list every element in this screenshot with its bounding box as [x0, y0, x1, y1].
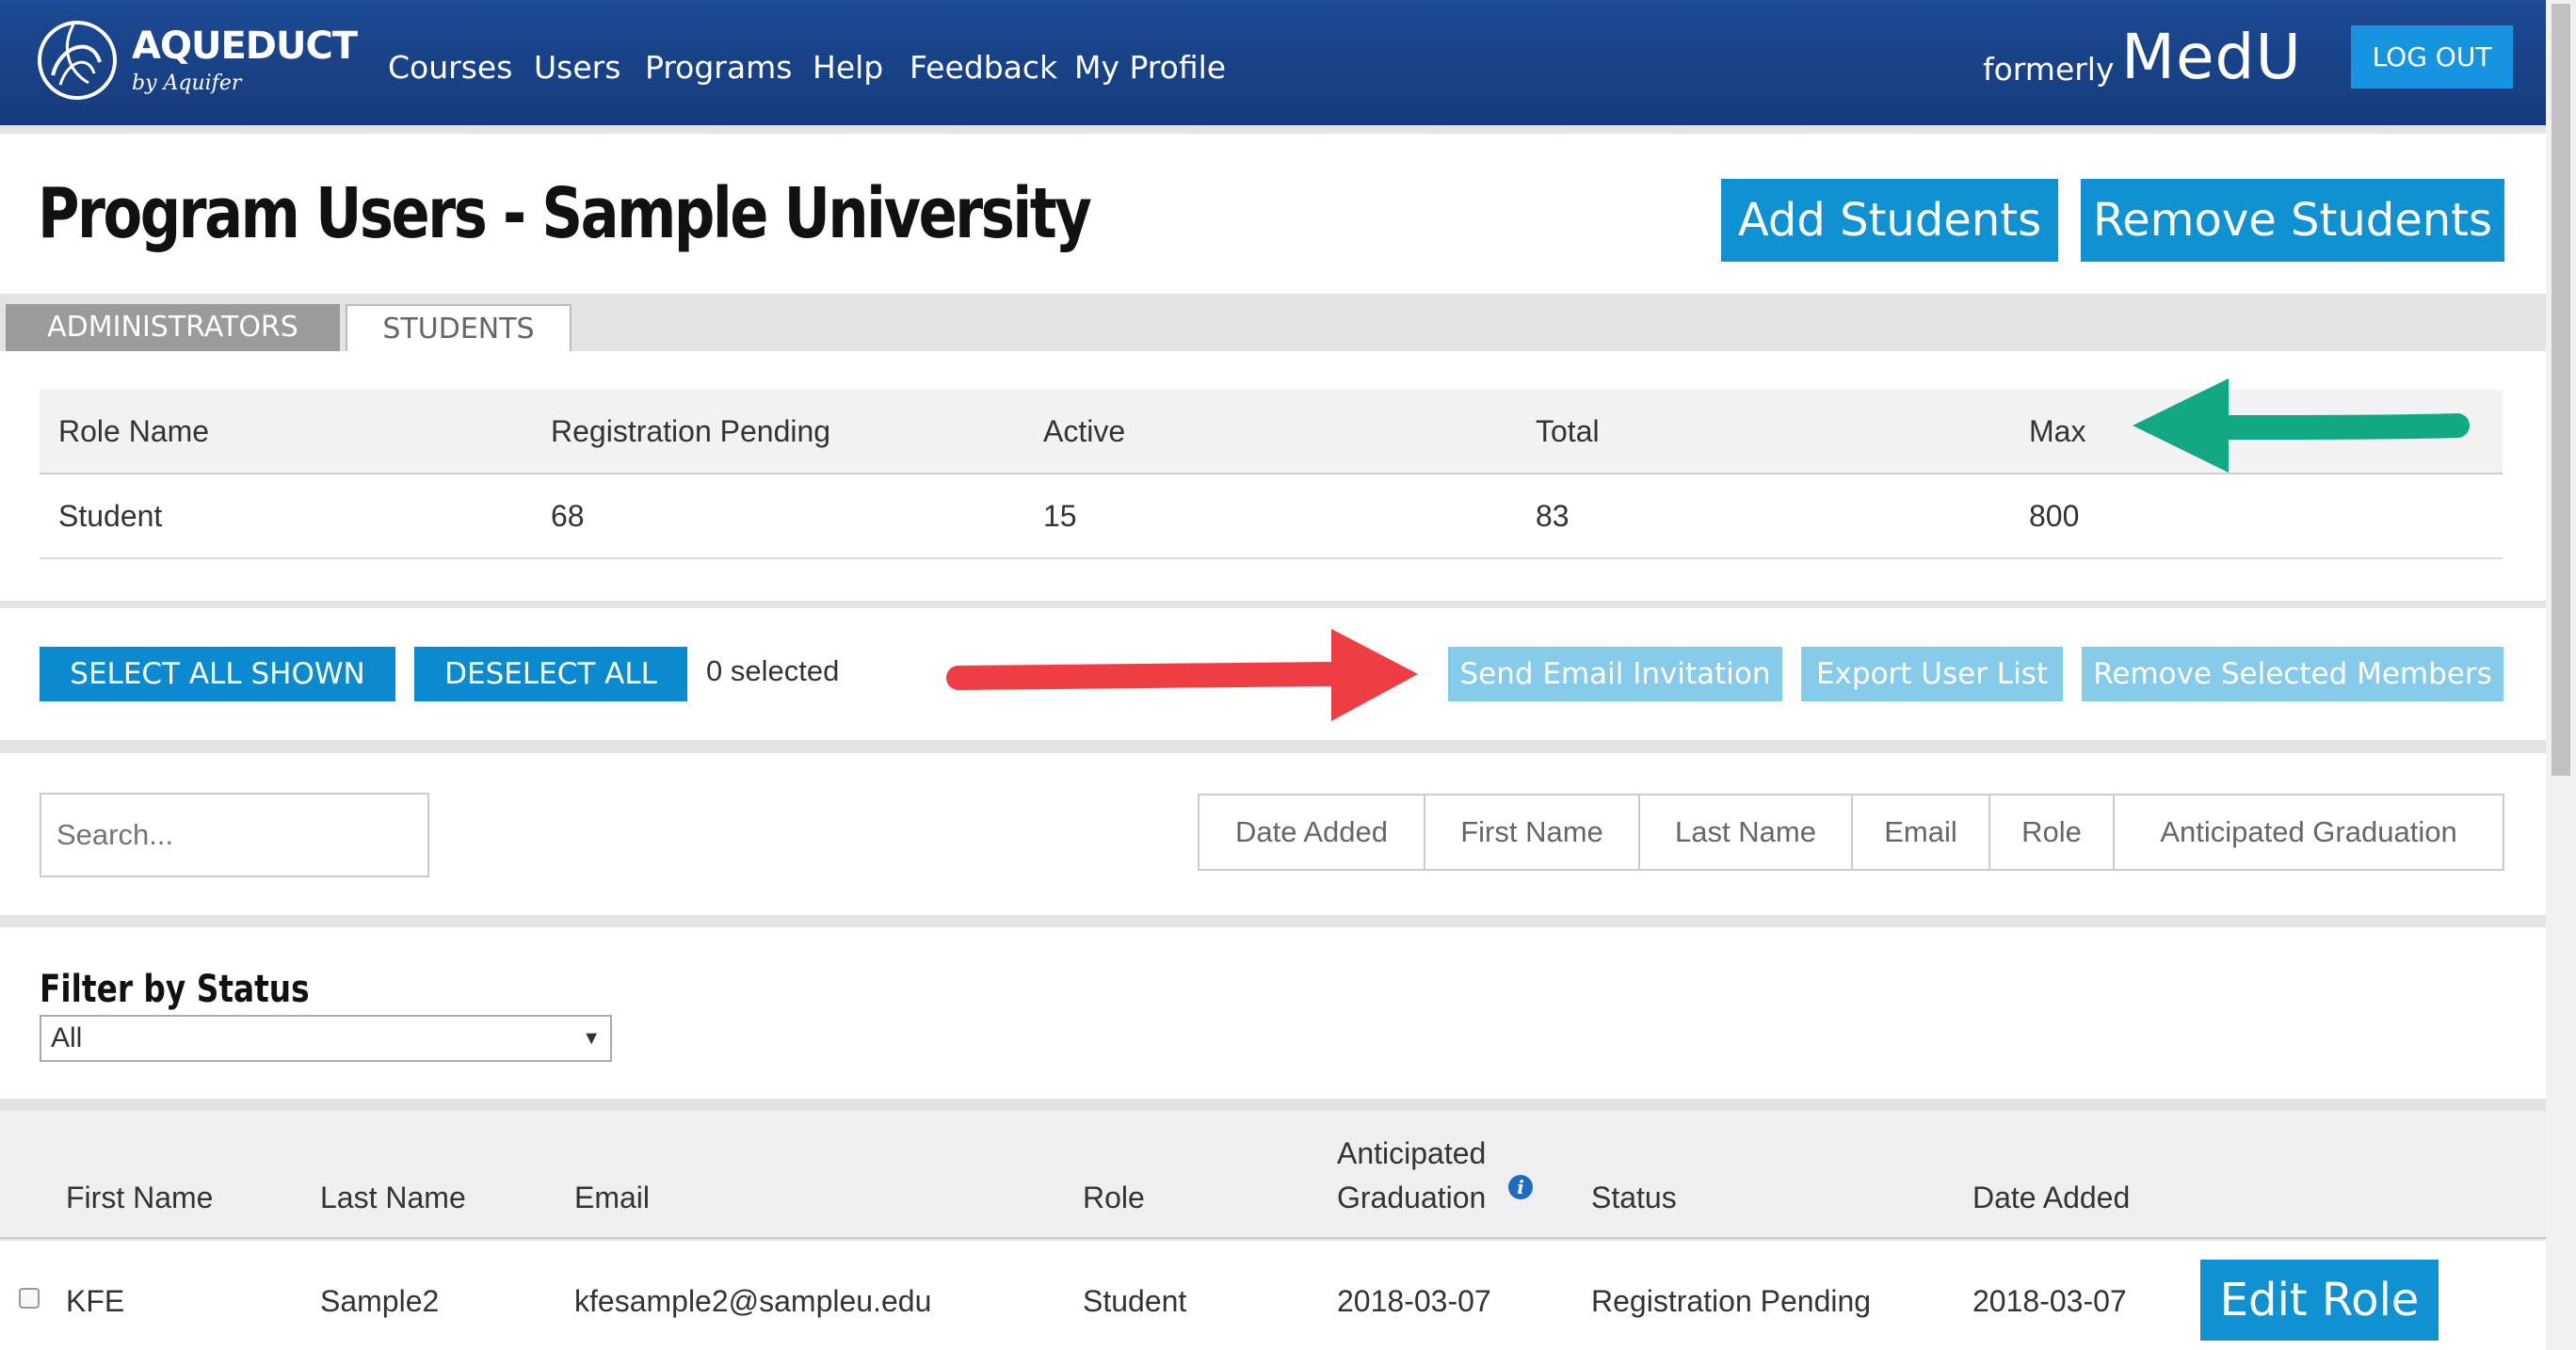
sort-email[interactable]: Email — [1853, 796, 1990, 869]
export-user-list-button[interactable]: Export User List — [1801, 647, 2063, 701]
summary-col-max: Max — [2029, 414, 2086, 448]
user-last-name: Sample2 — [320, 1284, 440, 1318]
green-arrow-icon — [2133, 378, 2470, 473]
send-email-invitation-button[interactable]: Send Email Invitation — [1448, 647, 1782, 701]
filter-by-status-label: Filter by Status — [40, 968, 310, 1011]
sort-anticipated-graduation[interactable]: Anticipated Graduation — [2115, 796, 2503, 869]
logo-subtitle: by Aquifer — [132, 72, 242, 95]
deselect-all-button[interactable]: DESELECT ALL — [414, 647, 687, 701]
header-panel: Program Users - Sample University Add St… — [0, 134, 2546, 294]
summary-cell-active: 15 — [1043, 499, 1077, 533]
user-email: kfesample2@sampleu.edu — [574, 1284, 932, 1318]
summary-row-divider — [40, 557, 2503, 559]
summary-cell-total: 83 — [1536, 499, 1570, 533]
nav-courses[interactable]: Courses — [388, 49, 512, 86]
edit-role-button[interactable]: Edit Role — [2200, 1260, 2439, 1341]
nav-programs[interactable]: Programs — [645, 49, 792, 86]
nav-feedback[interactable]: Feedback — [910, 49, 1057, 86]
nav-help[interactable]: Help — [813, 49, 883, 86]
logout-button[interactable]: LOG OUT — [2351, 25, 2513, 88]
users-col-last-name: Last Name — [320, 1181, 466, 1214]
users-table-header — [0, 1111, 2546, 1239]
users-col-email: Email — [574, 1181, 651, 1214]
aqueduct-logo[interactable]: AQUEDUCT by Aquifer — [34, 17, 358, 102]
top-navbar: AQUEDUCT by Aquifer Courses Users Progra… — [0, 0, 2546, 125]
dropdown-arrow-icon: ▼ — [582, 1028, 601, 1049]
medu-brand: MedU — [2121, 21, 2302, 93]
sort-button-group: Date Added First Name Last Name Email Ro… — [1198, 794, 2504, 871]
add-students-button[interactable]: Add Students — [1721, 179, 2058, 262]
red-arrow-icon — [946, 629, 1418, 721]
filter-panel — [0, 927, 2546, 1099]
scrollbar-thumb[interactable] — [2552, 4, 2570, 776]
logo-title: AQUEDUCT — [132, 24, 358, 68]
selected-count: 0 selected — [706, 654, 840, 687]
status-filter-select[interactable]: All ▼ — [40, 1015, 612, 1062]
user-first-name: KFE — [66, 1284, 125, 1318]
summary-col-registration-pending: Registration Pending — [551, 414, 831, 448]
search-input[interactable] — [40, 793, 429, 877]
summary-col-active: Active — [1043, 414, 1126, 448]
remove-selected-members-button[interactable]: Remove Selected Members — [2082, 647, 2504, 701]
summary-col-role-name: Role Name — [58, 414, 210, 448]
user-graduation: 2018-03-07 — [1337, 1284, 1491, 1318]
users-col-date-added: Date Added — [1972, 1181, 2131, 1214]
tab-students[interactable]: STUDENTS — [346, 304, 572, 351]
users-col-anticipated: Anticipated — [1337, 1136, 1487, 1170]
aqueduct-logo-icon — [38, 21, 117, 100]
select-all-shown-button[interactable]: SELECT ALL SHOWN — [40, 647, 395, 701]
row-select-checkbox[interactable] — [19, 1288, 40, 1309]
users-col-graduation: Graduation — [1337, 1181, 1487, 1214]
users-col-status: Status — [1591, 1181, 1677, 1214]
sort-date-added[interactable]: Date Added — [1199, 796, 1425, 869]
page-scrollbar[interactable] — [2546, 0, 2576, 1350]
status-filter-value: All — [51, 1022, 83, 1053]
graduation-info-icon[interactable]: i — [1508, 1175, 1533, 1199]
remove-students-button[interactable]: Remove Students — [2081, 179, 2504, 262]
users-col-first-name: First Name — [66, 1181, 214, 1214]
page-title: Program Users - Sample University — [38, 173, 1092, 254]
summary-cell-pending: 68 — [551, 499, 585, 533]
users-col-role: Role — [1083, 1181, 1145, 1214]
user-date-added: 2018-03-07 — [1972, 1284, 2127, 1318]
sort-first-name[interactable]: First Name — [1425, 796, 1640, 869]
nav-users[interactable]: Users — [534, 49, 620, 86]
summary-cell-max: 800 — [2029, 499, 2080, 533]
formerly-label: formerly — [1983, 51, 2115, 88]
user-role: Student — [1083, 1284, 1187, 1318]
summary-col-total: Total — [1536, 414, 1600, 448]
user-status: Registration Pending — [1591, 1284, 1872, 1318]
tab-administrators[interactable]: ADMINISTRATORS — [6, 304, 340, 351]
sort-last-name[interactable]: Last Name — [1640, 796, 1853, 869]
sort-role[interactable]: Role — [1990, 796, 2115, 869]
summary-cell-role: Student — [58, 499, 163, 533]
nav-my-profile[interactable]: My Profile — [1074, 49, 1226, 86]
